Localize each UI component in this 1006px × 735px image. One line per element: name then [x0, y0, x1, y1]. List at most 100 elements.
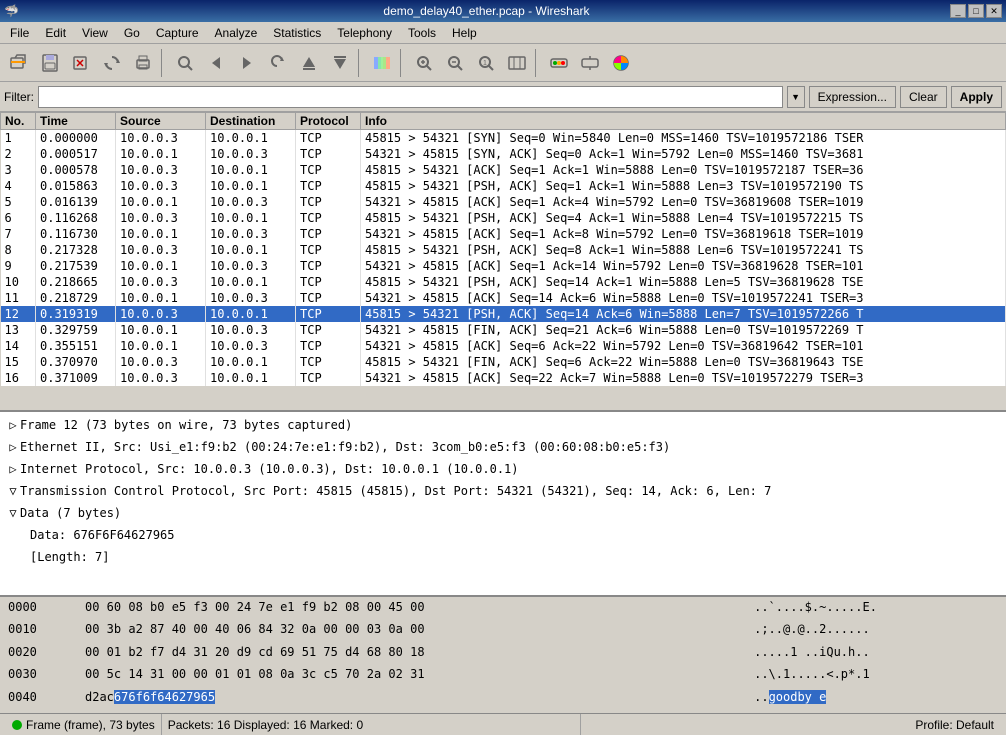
hex-panel[interactable]: 000000 60 08 b0 e5 f3 00 24 7e e1 f9 b2 …: [0, 597, 1006, 713]
menu-tools[interactable]: Tools: [400, 24, 444, 42]
table-row[interactable]: 90.21753910.0.0.110.0.0.3TCP54321 > 4581…: [1, 258, 1006, 274]
toolbar-separator-4: [535, 49, 541, 77]
status-frame-label: Frame (frame), 73 bytes: [26, 718, 155, 732]
tree-data[interactable]: ▽ Data (7 bytes): [2, 502, 1004, 524]
col-info: Info: [361, 113, 1006, 130]
menu-statistics[interactable]: Statistics: [265, 24, 329, 42]
table-row[interactable]: 100.21866510.0.0.310.0.0.1TCP45815 > 543…: [1, 274, 1006, 290]
table-row[interactable]: 40.01586310.0.0.310.0.0.1TCP45815 > 5432…: [1, 178, 1006, 194]
tree-ethernet[interactable]: ▷ Ethernet II, Src: Usi_e1:f9:b2 (00:24:…: [2, 436, 1004, 458]
tb-last-button[interactable]: [325, 48, 355, 78]
tree-data-value: Data: 676F6F64627965: [2, 524, 1004, 546]
menu-view[interactable]: View: [74, 24, 116, 42]
filter-label: Filter:: [4, 90, 34, 104]
hex-row: 000000 60 08 b0 e5 f3 00 24 7e e1 f9 b2 …: [4, 599, 1002, 621]
status-profile-label: Profile: Default: [915, 718, 994, 732]
tree-data-label: Data (7 bytes): [20, 504, 121, 522]
tb-close-capture-button[interactable]: [66, 48, 96, 78]
table-row[interactable]: 110.21872910.0.0.110.0.0.3TCP54321 > 458…: [1, 290, 1006, 306]
hex-table: 000000 60 08 b0 e5 f3 00 24 7e e1 f9 b2 …: [4, 599, 1002, 711]
tree-ethernet-label: Ethernet II, Src: Usi_e1:f9:b2 (00:24:7e…: [20, 438, 670, 456]
clear-button[interactable]: Clear: [900, 86, 947, 108]
tree-frame-expander[interactable]: ▷: [6, 416, 20, 434]
menu-telephony[interactable]: Telephony: [329, 24, 400, 42]
tb-resize-columns-button[interactable]: [502, 48, 532, 78]
table-row[interactable]: 150.37097010.0.0.310.0.0.1TCP45815 > 543…: [1, 354, 1006, 370]
maximize-button[interactable]: □: [968, 4, 984, 18]
filter-input[interactable]: [38, 86, 783, 108]
status-indicator: [12, 720, 22, 730]
tb-next-button[interactable]: [232, 48, 262, 78]
expression-button[interactable]: Expression...: [809, 86, 896, 108]
col-proto: Protocol: [296, 113, 361, 130]
col-dst: Destination: [206, 113, 296, 130]
tb-capture-interfaces-button[interactable]: [544, 48, 574, 78]
toolbar: 1: [0, 44, 1006, 82]
packet-list-scroll[interactable]: No. Time Source Destination Protocol Inf…: [0, 112, 1006, 412]
tree-ethernet-expander[interactable]: ▷: [6, 438, 20, 456]
main-area: No. Time Source Destination Protocol Inf…: [0, 112, 1006, 713]
tree-tcp-expander[interactable]: ▽: [6, 482, 20, 500]
packet-list: No. Time Source Destination Protocol Inf…: [0, 112, 1006, 386]
col-src: Source: [116, 113, 206, 130]
table-row[interactable]: 120.31931910.0.0.310.0.0.1TCP45815 > 543…: [1, 306, 1006, 322]
tb-save-button[interactable]: [35, 48, 65, 78]
table-row[interactable]: 20.00051710.0.0.110.0.0.3TCP54321 > 4581…: [1, 146, 1006, 162]
tree-frame[interactable]: ▷ Frame 12 (73 bytes on wire, 73 bytes c…: [2, 414, 1004, 436]
menu-file[interactable]: File: [2, 24, 37, 42]
table-row[interactable]: 60.11626810.0.0.310.0.0.1TCP45815 > 5432…: [1, 210, 1006, 226]
minimize-button[interactable]: _: [950, 4, 966, 18]
app-icon: 🦈: [4, 4, 19, 18]
menubar: File Edit View Go Capture Analyze Statis…: [0, 22, 1006, 44]
table-row[interactable]: 130.32975910.0.0.110.0.0.3TCP54321 > 458…: [1, 322, 1006, 338]
tree-ip[interactable]: ▷ Internet Protocol, Src: 10.0.0.3 (10.0…: [2, 458, 1004, 480]
filterbar: Filter: ▼ Expression... Clear Apply: [0, 82, 1006, 112]
hex-row: 003000 5c 14 31 00 00 01 01 08 0a 3c c5 …: [4, 666, 1002, 688]
table-row[interactable]: 160.37100910.0.0.310.0.0.1TCP54321 > 458…: [1, 370, 1006, 386]
tb-first-button[interactable]: [294, 48, 324, 78]
menu-edit[interactable]: Edit: [37, 24, 74, 42]
tb-colorize-packet-button[interactable]: [606, 48, 636, 78]
packet-list-container: No. Time Source Destination Protocol Inf…: [0, 112, 1006, 412]
table-row[interactable]: 80.21732810.0.0.310.0.0.1TCP45815 > 5432…: [1, 242, 1006, 258]
tb-open-file-button[interactable]: [4, 48, 34, 78]
tree-ip-expander[interactable]: ▷: [6, 460, 20, 478]
tb-zoom-in-button[interactable]: [409, 48, 439, 78]
status-frame-section: Frame (frame), 73 bytes: [6, 714, 162, 735]
tree-panel[interactable]: ▷ Frame 12 (73 bytes on wire, 73 bytes c…: [0, 412, 1006, 597]
menu-help[interactable]: Help: [444, 24, 485, 42]
col-no: No.: [1, 113, 36, 130]
filter-dropdown-button[interactable]: ▼: [787, 86, 805, 108]
tree-tcp-label: Transmission Control Protocol, Src Port:…: [20, 482, 771, 500]
table-row[interactable]: 70.11673010.0.0.110.0.0.3TCP54321 > 4581…: [1, 226, 1006, 242]
table-row[interactable]: 50.01613910.0.0.110.0.0.3TCP54321 > 4581…: [1, 194, 1006, 210]
toolbar-separator-3: [400, 49, 406, 77]
apply-button[interactable]: Apply: [951, 86, 1002, 108]
tb-find-button[interactable]: [170, 48, 200, 78]
tb-goto-button[interactable]: [263, 48, 293, 78]
status-packets-section: Packets: 16 Displayed: 16 Marked: 0: [162, 714, 582, 735]
tree-tcp[interactable]: ▽ Transmission Control Protocol, Src Por…: [2, 480, 1004, 502]
tb-prev-button[interactable]: [201, 48, 231, 78]
toolbar-separator-2: [358, 49, 364, 77]
menu-analyze[interactable]: Analyze: [207, 24, 266, 42]
close-button[interactable]: ✕: [986, 4, 1002, 18]
table-row[interactable]: 30.00057810.0.0.310.0.0.1TCP45815 > 5432…: [1, 162, 1006, 178]
col-time: Time: [36, 113, 116, 130]
window-title: demo_delay40_ether.pcap - Wireshark: [23, 4, 950, 18]
toolbar-separator-1: [161, 49, 167, 77]
tb-capture-options-button[interactable]: [575, 48, 605, 78]
tree-ip-label: Internet Protocol, Src: 10.0.0.3 (10.0.0…: [20, 460, 519, 478]
tree-data-expander[interactable]: ▽: [6, 504, 20, 522]
menu-capture[interactable]: Capture: [148, 24, 207, 42]
tb-colorize-button[interactable]: [367, 48, 397, 78]
svg-text:1: 1: [483, 60, 487, 67]
table-row[interactable]: 10.00000010.0.0.310.0.0.1TCP45815 > 5432…: [1, 130, 1006, 147]
table-row[interactable]: 140.35515110.0.0.110.0.0.3TCP54321 > 458…: [1, 338, 1006, 354]
tb-zoom-out-button[interactable]: [440, 48, 470, 78]
tb-reload-button[interactable]: [97, 48, 127, 78]
tree-frame-label: Frame 12 (73 bytes on wire, 73 bytes cap…: [20, 416, 352, 434]
menu-go[interactable]: Go: [116, 24, 148, 42]
tb-print-button[interactable]: [128, 48, 158, 78]
tb-normal-size-button[interactable]: 1: [471, 48, 501, 78]
